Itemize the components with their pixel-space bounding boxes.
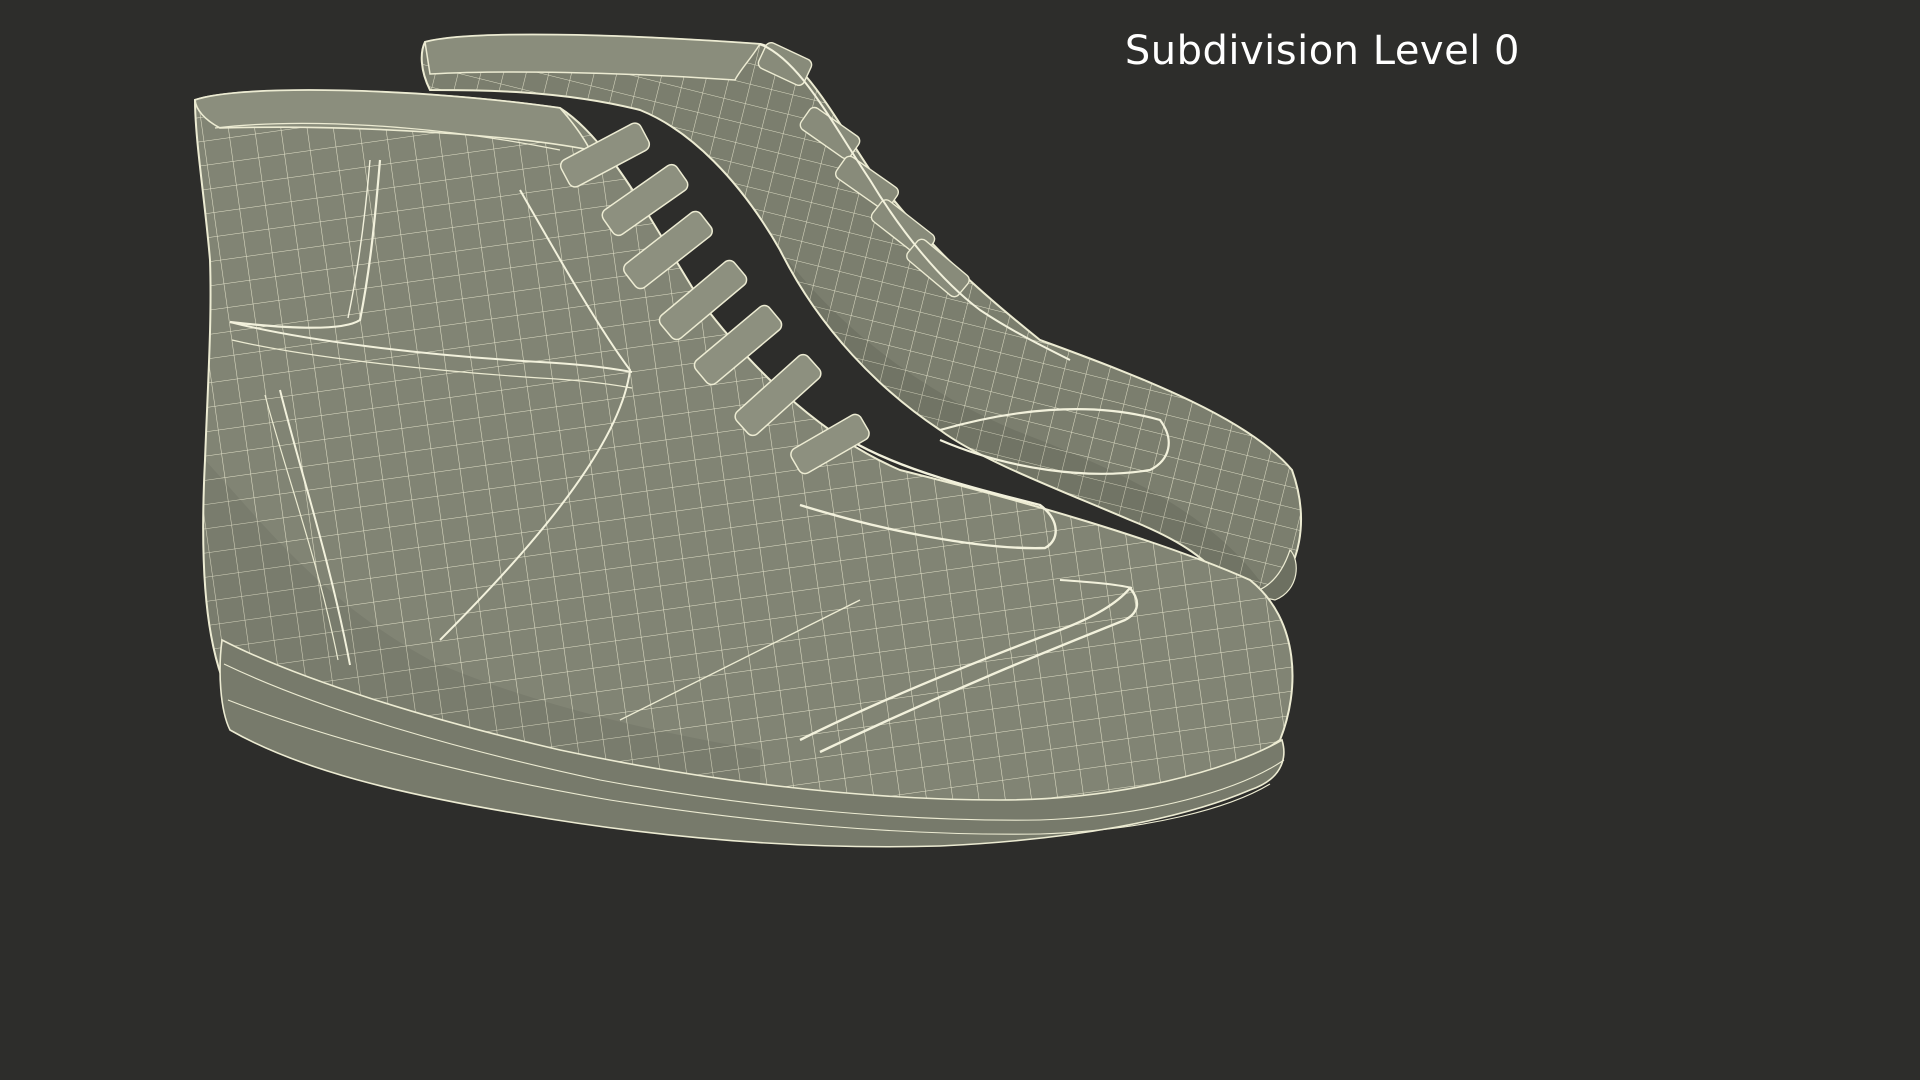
sneaker-wireframe-render (194, 33, 1302, 848)
render-viewport: Subdivision Level 0 (0, 0, 1568, 882)
subdivision-level-label: Subdivision Level 0 (1124, 28, 1520, 74)
